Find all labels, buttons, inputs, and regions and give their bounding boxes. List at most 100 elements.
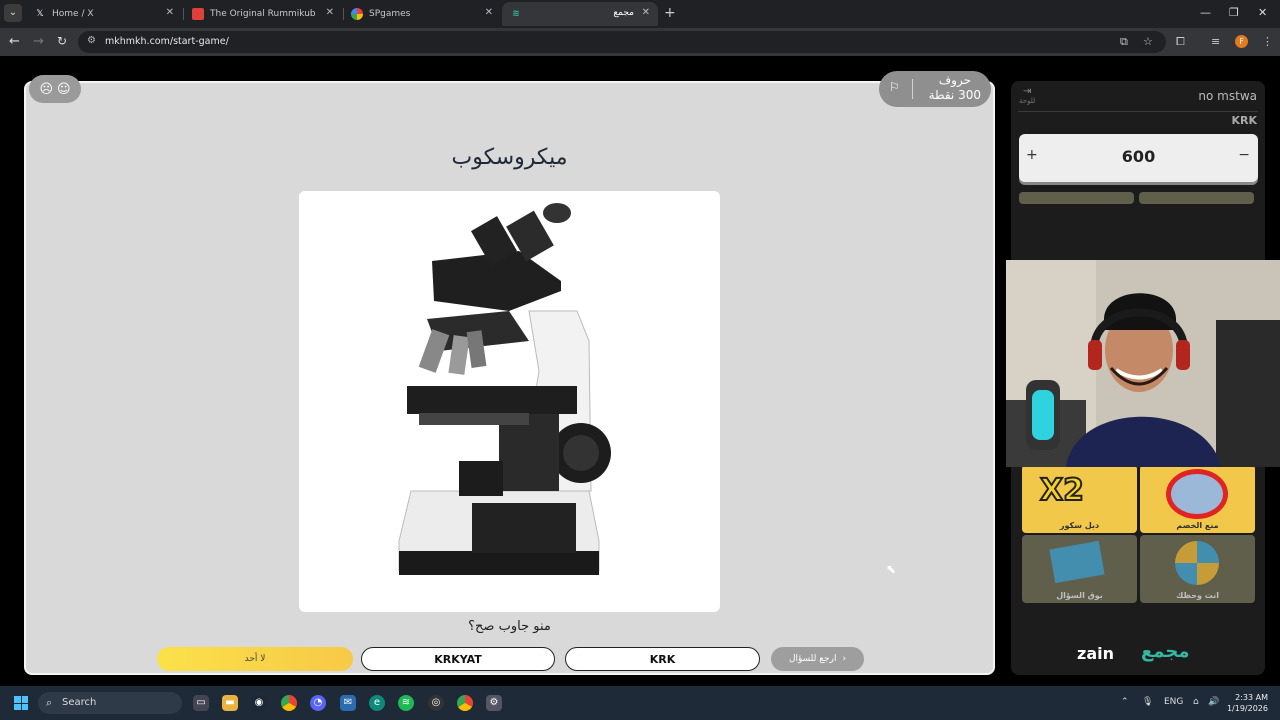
badge-divider [912,79,913,99]
windows-start-icon[interactable] [14,696,28,710]
network-icon[interactable]: ⌂ [1193,697,1199,707]
streamer-camera-image [1006,260,1280,467]
sad-face-icon[interactable]: ☹ [39,82,53,97]
report-flag-icon[interactable]: ⚐ [889,80,900,94]
question-horn-card[interactable]: بوق السؤال [1022,535,1137,603]
obs-icon[interactable]: ◎ [428,695,444,711]
exit-icon[interactable]: ⇥ [1023,86,1031,97]
category-badge: ⚐ حروف 300 نقطة [879,71,991,107]
tab-spgames[interactable]: SPgames ✕ [343,2,501,26]
install-app-icon[interactable]: ⧉ [1120,35,1128,49]
language-indicator[interactable]: ENG [1164,697,1183,707]
answer-text: ميكروسكوب [451,145,568,170]
edge-icon[interactable]: e [369,695,385,711]
cards-icon [1049,540,1105,584]
back-to-question-button[interactable]: ارجع للسؤال › [771,647,864,671]
file-explorer-icon[interactable]: ▬ [222,695,238,711]
browser-tab-strip: ⌄ 𝕏 Home / X ✕ The Original Rummikub ✕ S… [0,0,1280,28]
close-icon[interactable]: ✕ [642,7,650,18]
microphone-icon[interactable]: 🎙 [1142,697,1153,707]
tab-rummikub[interactable]: The Original Rummikub ✕ [184,2,342,26]
search-icon: ⌕ [46,696,53,709]
answer-image [299,191,720,612]
settings-gear-icon[interactable]: ⚙ [486,695,502,711]
luck-wheel-card[interactable]: انت وحظك [1140,535,1255,603]
task-view-icon[interactable]: ▭ [193,695,209,711]
profile-avatar[interactable]: F [1235,35,1248,48]
tab-x[interactable]: 𝕏 Home / X ✕ [26,2,182,26]
reload-button[interactable]: ↻ [57,34,67,48]
exit-label[interactable]: للوحة [1019,97,1035,105]
score-value: 600 [1121,147,1156,166]
taskbar-search[interactable]: ⌕ Search [38,692,182,714]
restore-button[interactable]: ❐ [1229,6,1239,19]
tab-search-button[interactable]: ⌄ [4,4,22,22]
helper-card-hidden [1139,192,1254,204]
discord-icon[interactable]: ◔ [310,695,326,711]
menu-dots-icon[interactable]: ⋮ [1262,35,1273,48]
tab-majma[interactable]: ≋ مجمع ✕ [502,2,658,26]
helper-card-hidden [1019,192,1134,204]
category-name: حروف [938,73,971,87]
media-control-icon[interactable]: ≡ [1211,35,1220,48]
score-counter-top: + 600 − [1019,134,1258,182]
team1-answer-button[interactable]: KRKYAT [361,647,555,671]
game-board: ☹ ☺ ⚐ حروف 300 نقطة ميكروسكوب منو جاوب ص… [24,71,995,675]
no-entry-icon [1166,469,1228,519]
bookmark-star-icon[interactable]: ☆ [1143,35,1153,48]
webcam-overlay [1006,260,1280,467]
team-name: KRK [1231,114,1257,127]
mouse-cursor-icon: ⬉ [886,562,897,576]
forward-button[interactable]: → [33,34,44,49]
double-score-card[interactable]: X2 دبل سكور [1022,465,1137,533]
back-button[interactable]: ← [9,34,20,49]
page-content: ☹ ☺ ⚐ حروف 300 نقطة ميكروسكوب منو جاوب ص… [0,56,1280,686]
league-name: no mstwa [1198,89,1257,103]
chevron-left-icon: › [842,654,847,664]
site-info-icon[interactable]: ⚙ [87,35,96,46]
system-clock[interactable]: 2:33 AM 1/19/2026 [1226,692,1268,714]
card-label: منع الخصم [1176,521,1219,530]
question-prompt: منو جاوب صح؟ [468,619,551,634]
tab-label: مجمع [613,8,634,18]
no-one-button[interactable]: لا أحد [157,647,353,671]
mail-icon[interactable]: ✉ [340,695,356,711]
volume-icon[interactable]: 🔊 [1208,697,1219,707]
tab-label: SPgames [369,9,411,19]
card-label: دبل سكور [1059,521,1100,530]
chrome-active-icon[interactable] [457,695,473,711]
close-icon[interactable]: ✕ [166,7,174,18]
close-icon[interactable]: ✕ [485,7,493,18]
majma-favicon-icon: ≋ [512,9,520,19]
screen: ⌄ 𝕏 Home / X ✕ The Original Rummikub ✕ S… [0,0,1280,720]
tab-label: The Original Rummikub [210,9,316,19]
url-text: mkhmkh.com/start-game/ [105,36,229,47]
window-close-button[interactable]: ✕ [1258,6,1267,19]
team2-answer-button[interactable]: KRK [565,647,760,671]
emoji-controls: ☹ ☺ [29,75,81,103]
happy-face-icon[interactable]: ☺ [57,82,71,97]
address-bar[interactable]: ⚙ mkhmkh.com/start-game/ ⧉ ☆ [78,31,1166,53]
new-tab-button[interactable]: + [664,5,676,21]
minimize-button[interactable]: — [1200,6,1211,19]
extensions-icon[interactable]: ⧠ [1176,35,1185,49]
majma-logo: مجمع [1141,641,1190,662]
search-placeholder: Search [62,697,97,708]
back-to-question-label: ارجع للسؤال [788,654,837,664]
category-points: 300 نقطة [928,88,981,102]
spotify-icon[interactable]: ≋ [398,695,414,711]
steam-icon[interactable]: ◉ [251,695,267,711]
block-opponent-card[interactable]: منع الخصم [1140,465,1255,533]
browser-toolbar: ← → ↻ ⚙ mkhmkh.com/start-game/ ⧉ ☆ ⧠ ≡ ⋮ [0,28,1280,56]
chevron-up-icon[interactable]: ⌃ [1121,697,1129,707]
zain-logo: zain [1077,644,1114,663]
rummikub-favicon-icon [192,8,204,20]
panel-divider [1018,111,1258,112]
minus-icon[interactable]: − [1238,147,1250,163]
chrome-favicon-icon [351,8,363,20]
close-icon[interactable]: ✕ [326,7,334,18]
microscope-image [398,203,611,575]
card-label: بوق السؤال [1056,591,1103,600]
chrome-icon[interactable] [281,695,297,711]
clock-time: 2:33 AM [1235,693,1268,702]
